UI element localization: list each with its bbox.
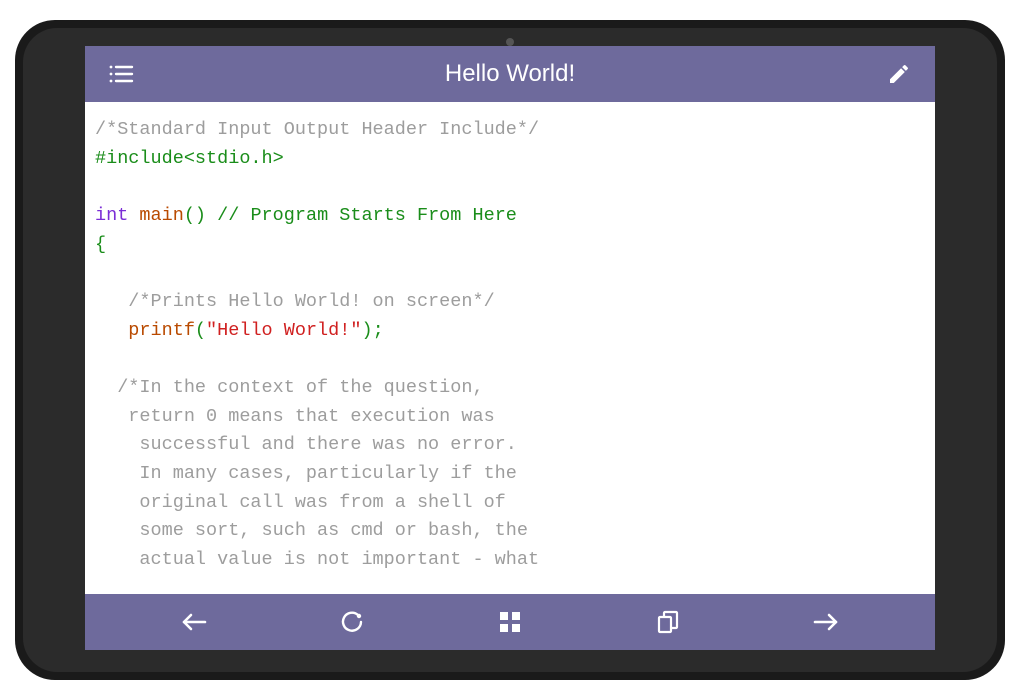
code-comment: /*In the context of the question, bbox=[95, 377, 484, 398]
code-paren: ( bbox=[195, 320, 206, 341]
code-comment: actual value is not important - what bbox=[95, 549, 539, 570]
tablet-camera bbox=[506, 38, 514, 46]
code-viewer[interactable]: /*Standard Input Output Header Include*/… bbox=[85, 102, 935, 594]
edit-button[interactable] bbox=[881, 56, 917, 92]
code-keyword: int bbox=[95, 205, 128, 226]
code-func: main bbox=[128, 205, 184, 226]
code-paren: ); bbox=[361, 320, 383, 341]
code-paren: () bbox=[184, 205, 206, 226]
forward-button[interactable] bbox=[808, 604, 844, 640]
code-comment: // Program Starts From Here bbox=[206, 205, 517, 226]
tablet-bezel-inner: Hello World! /*Standard Input Output Hea… bbox=[23, 28, 997, 672]
code-comment: return 0 means that execution was bbox=[95, 406, 495, 427]
menu-list-button[interactable] bbox=[103, 56, 139, 92]
code-comment: successful and there was no error. bbox=[95, 434, 517, 455]
back-button[interactable] bbox=[176, 604, 212, 640]
code-comment: /*Prints Hello World! on screen*/ bbox=[95, 291, 495, 312]
top-bar: Hello World! bbox=[85, 46, 935, 102]
refresh-button[interactable] bbox=[334, 604, 370, 640]
code-brace: { bbox=[95, 234, 106, 255]
copy-button[interactable] bbox=[650, 604, 686, 640]
tablet-bezel-outer: Hello World! /*Standard Input Output Hea… bbox=[15, 20, 1005, 680]
code-string: "Hello World!" bbox=[206, 320, 361, 341]
copy-icon bbox=[656, 609, 680, 635]
grid-icon bbox=[498, 610, 522, 634]
arrow-left-icon bbox=[179, 610, 209, 634]
grid-button[interactable] bbox=[492, 604, 528, 640]
code-comment: /*Standard Input Output Header Include*/ bbox=[95, 119, 539, 140]
code-func: printf bbox=[95, 320, 195, 341]
list-icon bbox=[108, 63, 134, 85]
code-comment: some sort, such as cmd or bash, the bbox=[95, 520, 528, 541]
page-title: Hello World! bbox=[139, 60, 881, 88]
code-comment: In many cases, particularly if the bbox=[95, 463, 517, 484]
app-screen: Hello World! /*Standard Input Output Hea… bbox=[85, 46, 935, 650]
code-comment: original call was from a shell of bbox=[95, 492, 506, 513]
bottom-nav-bar bbox=[85, 594, 935, 650]
arrow-right-icon bbox=[811, 610, 841, 634]
refresh-circle-icon bbox=[339, 609, 365, 635]
pencil-icon bbox=[887, 62, 911, 86]
code-preproc: #include<stdio.h> bbox=[95, 148, 284, 169]
